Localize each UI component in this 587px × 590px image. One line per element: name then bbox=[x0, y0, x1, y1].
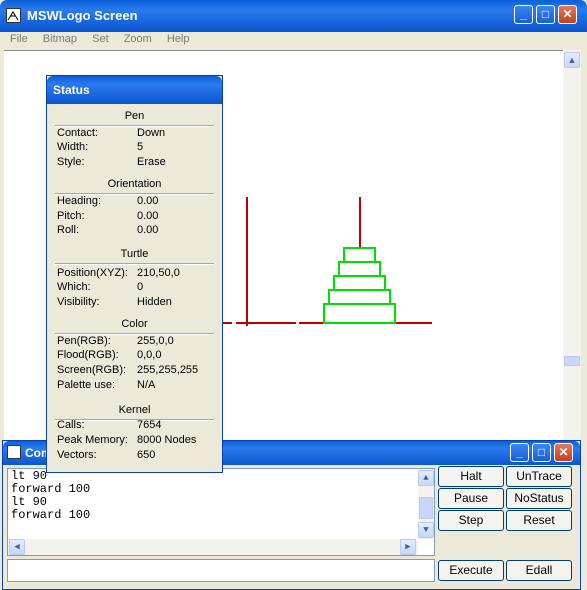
divider bbox=[55, 263, 214, 265]
status-row: Roll: 0.00 bbox=[57, 224, 159, 236]
orientation-group-heading: Orientation bbox=[107, 178, 162, 190]
status-row: Vectors: 650 bbox=[57, 449, 156, 461]
menu-help[interactable]: Help bbox=[167, 33, 190, 45]
status-title: Status bbox=[53, 83, 90, 97]
history-scroll-down-icon[interactable]: ▼ bbox=[418, 522, 434, 538]
history-scroll-right-icon[interactable]: ▶ bbox=[400, 539, 416, 555]
status-row: Which: 0 bbox=[57, 281, 144, 293]
status-window: Status Pen Contact: Down Width: 5 Style: Er… bbox=[46, 75, 223, 473]
status-row: Screen(RGB): 255,255,255 bbox=[57, 364, 199, 376]
untrace-button[interactable]: UnTrace bbox=[506, 466, 572, 487]
pen-group-heading: Pen bbox=[124, 110, 145, 122]
nostatus-button[interactable]: NoStatus bbox=[506, 488, 572, 509]
commander-icon bbox=[7, 445, 21, 459]
status-row: Style: Erase bbox=[57, 156, 166, 168]
status-row: Heading: 0.00 bbox=[57, 195, 159, 207]
history-line: forward 100 bbox=[11, 482, 91, 496]
history-horizontal-scrollbar[interactable]: ◀ ▶ bbox=[8, 539, 418, 555]
menu-file[interactable]: File bbox=[10, 33, 28, 45]
maximize-button[interactable]: □ bbox=[536, 5, 555, 24]
main-window-title: MSWLogo Screen bbox=[27, 8, 138, 23]
color-group-heading: Color bbox=[121, 318, 148, 330]
status-row: Visibility: Hidden bbox=[57, 296, 172, 308]
history-vertical-scrollbar[interactable]: ▲ ▼ bbox=[418, 469, 434, 539]
reset-button[interactable]: Reset bbox=[506, 510, 572, 531]
commander-maximize-button[interactable]: □ bbox=[532, 443, 551, 462]
history-line: forward 100 bbox=[11, 508, 91, 522]
history-scroll-thumb[interactable] bbox=[419, 497, 433, 519]
menu-set[interactable]: Set bbox=[92, 33, 109, 45]
status-row: Contact: Down bbox=[57, 127, 166, 139]
edall-button[interactable]: Edall bbox=[506, 560, 572, 581]
pause-button[interactable]: Pause bbox=[438, 488, 504, 509]
step-button[interactable]: Step bbox=[438, 510, 504, 531]
status-row: Width: 5 bbox=[57, 141, 144, 153]
status-row: Pitch: 0.00 bbox=[57, 210, 159, 222]
minimize-button[interactable]: _ bbox=[514, 5, 533, 24]
turtle-group-heading: Turtle bbox=[120, 248, 149, 260]
menu-bar: File Bitmap Set Zoom Help bbox=[10, 33, 202, 49]
history-scroll-up-icon[interactable]: ▲ bbox=[418, 470, 434, 486]
status-row: Palette use: N/A bbox=[57, 379, 156, 391]
execute-button[interactable]: Execute bbox=[438, 560, 504, 581]
scroll-up-button[interactable]: ▲ bbox=[564, 52, 580, 68]
scroll-thumb[interactable] bbox=[564, 356, 580, 366]
history-scroll-left-icon[interactable]: ◀ bbox=[9, 539, 25, 555]
menu-zoom[interactable]: Zoom bbox=[124, 33, 152, 45]
menu-bitmap[interactable]: Bitmap bbox=[43, 33, 77, 45]
close-button[interactable]: ✕ bbox=[558, 5, 577, 24]
status-row: Peak Memory: 8000 Nodes bbox=[57, 434, 197, 446]
status-row: Pen(RGB): 255,0,0 bbox=[57, 335, 174, 347]
canvas-vertical-scrollbar[interactable]: ▲ bbox=[563, 50, 581, 440]
status-row: Flood(RGB): 0,0,0 bbox=[57, 349, 162, 361]
halt-button[interactable]: Halt bbox=[438, 466, 504, 487]
command-input[interactable] bbox=[7, 559, 435, 582]
status-title-bar[interactable]: Status bbox=[47, 76, 222, 104]
command-history[interactable]: lt 90 forward 100 lt 90 forward 100 ▲ ▼ … bbox=[7, 468, 435, 556]
status-row: Calls: 7654 bbox=[57, 419, 162, 431]
commander-close-button[interactable]: ✕ bbox=[554, 443, 573, 462]
status-row: Position(XYZ): 210,50,0 bbox=[57, 267, 180, 279]
kernel-group-heading: Kernel bbox=[118, 404, 151, 416]
commander-minimize-button[interactable]: _ bbox=[510, 443, 529, 462]
app-icon bbox=[6, 8, 21, 23]
main-title-bar[interactable]: MSWLogo Screen _ □ ✕ bbox=[0, 0, 587, 32]
